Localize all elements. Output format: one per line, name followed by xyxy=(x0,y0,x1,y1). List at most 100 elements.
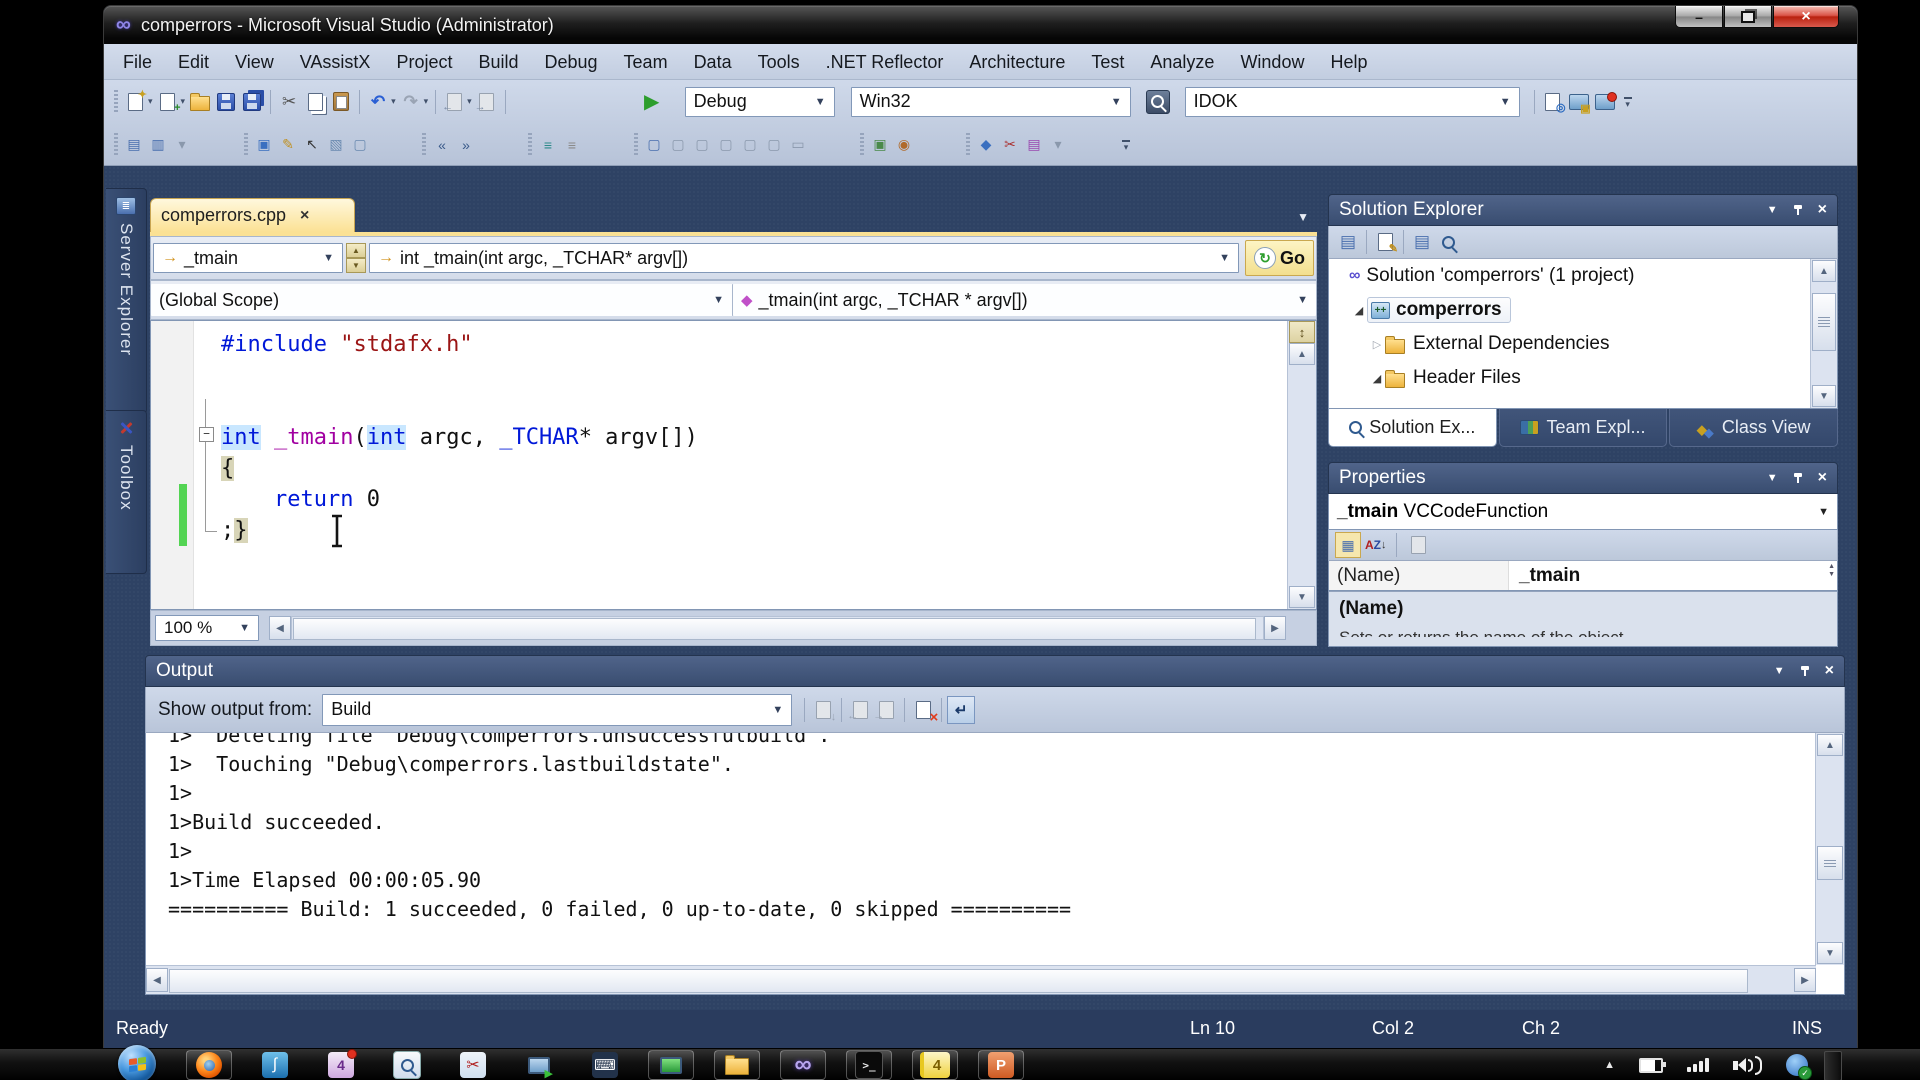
sidebar-tab-server-explorer[interactable]: ≣ Server Explorer xyxy=(106,188,147,414)
menu-item-edit[interactable]: Edit xyxy=(165,45,222,79)
command-prompt-icon[interactable]: >_ xyxy=(846,1050,892,1080)
tab-team-explorer[interactable]: Team Expl... xyxy=(1498,409,1668,447)
solution-platforms-combo[interactable]: Win32 ▼ xyxy=(850,86,1131,117)
property-pages-icon[interactable] xyxy=(1406,532,1432,558)
close-panel-icon[interactable]: × xyxy=(1818,470,1827,486)
scroll-up-icon[interactable]: ▲ xyxy=(1289,343,1315,365)
member-combo[interactable]: → _tmain ▼ xyxy=(153,243,343,273)
menu-item-vassistx[interactable]: VAssistX xyxy=(287,45,384,79)
redo-icon[interactable]: ↷ xyxy=(398,89,424,115)
menu-item-netreflector[interactable]: .NET Reflector xyxy=(813,45,957,79)
new-page-icon[interactable]: ▢ xyxy=(349,134,371,156)
scroll-up-icon[interactable]: ▲ xyxy=(1812,260,1836,282)
navigate-forward-icon[interactable]: → xyxy=(474,89,500,115)
document-list-dropdown-icon[interactable]: ▼ xyxy=(1297,210,1309,224)
menu-item-architecture[interactable]: Architecture xyxy=(956,45,1078,79)
output-text-area[interactable]: 1> Deleting file "Debug\comperrors.unsuc… xyxy=(145,733,1845,995)
window-position-dropdown-icon[interactable]: ▼ xyxy=(1767,204,1778,216)
open-file-icon[interactable] xyxy=(187,89,213,115)
tab-close-icon[interactable]: × xyxy=(300,207,309,225)
antivirus-icon[interactable] xyxy=(1786,1054,1812,1080)
output-header[interactable]: Output ▼ × xyxy=(145,655,1845,687)
code-line[interactable]: return 0 xyxy=(221,484,380,515)
show-desktop-button[interactable] xyxy=(1824,1051,1842,1080)
tab-solution-explorer[interactable]: Solution Ex... xyxy=(1328,409,1497,447)
auto-hide-pin-icon[interactable] xyxy=(1793,205,1802,215)
menu-item-analyze[interactable]: Analyze xyxy=(1137,45,1227,79)
refactor-icon[interactable]: ✎ xyxy=(277,134,299,156)
splitter-handle-icon[interactable]: ↕ xyxy=(1289,321,1315,343)
toolbar-overflow-icon[interactable]: ▾ xyxy=(1623,96,1632,108)
scroll-thumb[interactable] xyxy=(1817,846,1843,880)
copy-icon[interactable] xyxy=(302,89,328,115)
magnifier-keyboard-icon[interactable]: ⌨ xyxy=(582,1050,628,1080)
scroll-left-icon[interactable]: ◀ xyxy=(269,616,291,640)
new-dropdown-icon[interactable]: ▾ xyxy=(148,96,153,107)
bookmark-next-folder-icon[interactable]: ▢ xyxy=(739,134,761,156)
find-in-files-icon[interactable]: ◎ xyxy=(1540,89,1566,115)
visual-studio-icon[interactable]: ∞ xyxy=(780,1050,826,1080)
restore-button[interactable] xyxy=(1724,6,1772,28)
scroll-right-icon[interactable]: ▶ xyxy=(1264,616,1286,640)
navigate-backward-icon[interactable]: ← xyxy=(441,89,467,115)
menu-item-window[interactable]: Window xyxy=(1227,45,1317,79)
remote-desktop-icon[interactable]: ▶ xyxy=(516,1050,562,1080)
collapse-region-icon[interactable]: − xyxy=(199,427,214,442)
tree-item-comperrors[interactable]: ◢ ++ comperrors xyxy=(1329,293,1837,327)
add-dropdown-icon[interactable]: ▾ xyxy=(181,96,186,107)
toolbar-grip[interactable] xyxy=(860,132,864,157)
scroll-left-icon[interactable]: ◀ xyxy=(146,968,168,992)
increase-indent-icon[interactable]: » xyxy=(455,134,477,156)
view-class-diagram-icon[interactable] xyxy=(1435,229,1461,255)
bookmark-prev-icon[interactable]: ▢ xyxy=(691,134,713,156)
redo-dropdown-icon[interactable]: ▾ xyxy=(424,96,429,107)
title-bar[interactable]: ∞ comperrors - Microsoft Visual Studio (… xyxy=(104,6,1857,44)
save-icon[interactable] xyxy=(213,89,239,115)
menu-item-file[interactable]: File xyxy=(110,45,165,79)
windows-explorer-icon[interactable] xyxy=(714,1050,760,1080)
previous-message-icon[interactable]: ← xyxy=(847,697,873,723)
highlight-icon[interactable]: ▣ xyxy=(253,134,275,156)
code-line[interactable]: { xyxy=(221,453,235,484)
close-button[interactable]: × xyxy=(1773,6,1839,28)
snippet-cut-icon[interactable]: ✂ xyxy=(999,134,1021,156)
find-symbol-icon[interactable] xyxy=(1145,89,1171,115)
document-search-icon[interactable] xyxy=(384,1050,430,1080)
tree-item-header-files[interactable]: ◢ Header Files xyxy=(1329,361,1837,395)
property-grid-row[interactable]: (Name) _tmain ▲ ▼ xyxy=(1328,561,1838,591)
scroll-down-icon[interactable]: ▼ xyxy=(1817,942,1843,964)
comment-icon[interactable]: ≡ xyxy=(537,134,559,156)
snipping-tool-icon[interactable]: ✂ xyxy=(450,1050,496,1080)
code-line[interactable]: int _tmain(int argc, _TCHAR* argv[]) xyxy=(221,422,698,453)
alphabetical-icon[interactable]: A Z ↓ xyxy=(1365,538,1387,552)
menu-item-debug[interactable]: Debug xyxy=(532,45,611,79)
paste-icon[interactable] xyxy=(328,89,354,115)
battery-icon[interactable] xyxy=(1639,1057,1666,1073)
toolbar-grip[interactable] xyxy=(966,132,970,157)
symbol-icon[interactable]: ◆ xyxy=(975,134,997,156)
output-horizontal-scrollbar[interactable]: ◀ ▶ xyxy=(146,965,1816,994)
categorized-icon[interactable]: ▦ xyxy=(1335,532,1361,558)
menu-item-build[interactable]: Build xyxy=(465,45,531,79)
undo-dropdown-icon[interactable]: ▾ xyxy=(391,96,396,107)
menu-item-team[interactable]: Team xyxy=(611,45,681,79)
navigate-dropdown-icon[interactable]: ▾ xyxy=(467,96,472,107)
output-vertical-scrollbar[interactable]: ▲ ▼ xyxy=(1815,733,1844,965)
save-all-icon[interactable] xyxy=(239,89,265,115)
grid-spinner-icon[interactable]: ▲ ▼ xyxy=(1828,563,1835,579)
new-project-icon[interactable]: ✦ xyxy=(122,89,148,115)
solution-explorer-header[interactable]: Solution Explorer ▼ × xyxy=(1328,194,1838,226)
menu-item-project[interactable]: Project xyxy=(383,45,465,79)
start-debugging-icon[interactable]: ▶ xyxy=(639,89,665,115)
menu-item-help[interactable]: Help xyxy=(1317,45,1380,79)
solution-configurations-combo[interactable]: Debug ▼ xyxy=(684,86,835,117)
zoom-combo[interactable]: 100 % ▼ xyxy=(155,615,259,641)
chevron-expanded-icon[interactable]: ◢ xyxy=(1369,372,1385,385)
minimize-button[interactable]: – xyxy=(1675,6,1723,28)
toolbar-grip[interactable] xyxy=(528,132,532,157)
scroll-thumb[interactable] xyxy=(1812,293,1836,351)
auto-hide-pin-icon[interactable] xyxy=(1800,666,1809,676)
properties-window-icon[interactable] xyxy=(1592,89,1618,115)
show-hidden-icons-icon[interactable]: ▲ xyxy=(1604,1059,1615,1071)
bookmark-next-icon[interactable]: ▢ xyxy=(715,134,737,156)
